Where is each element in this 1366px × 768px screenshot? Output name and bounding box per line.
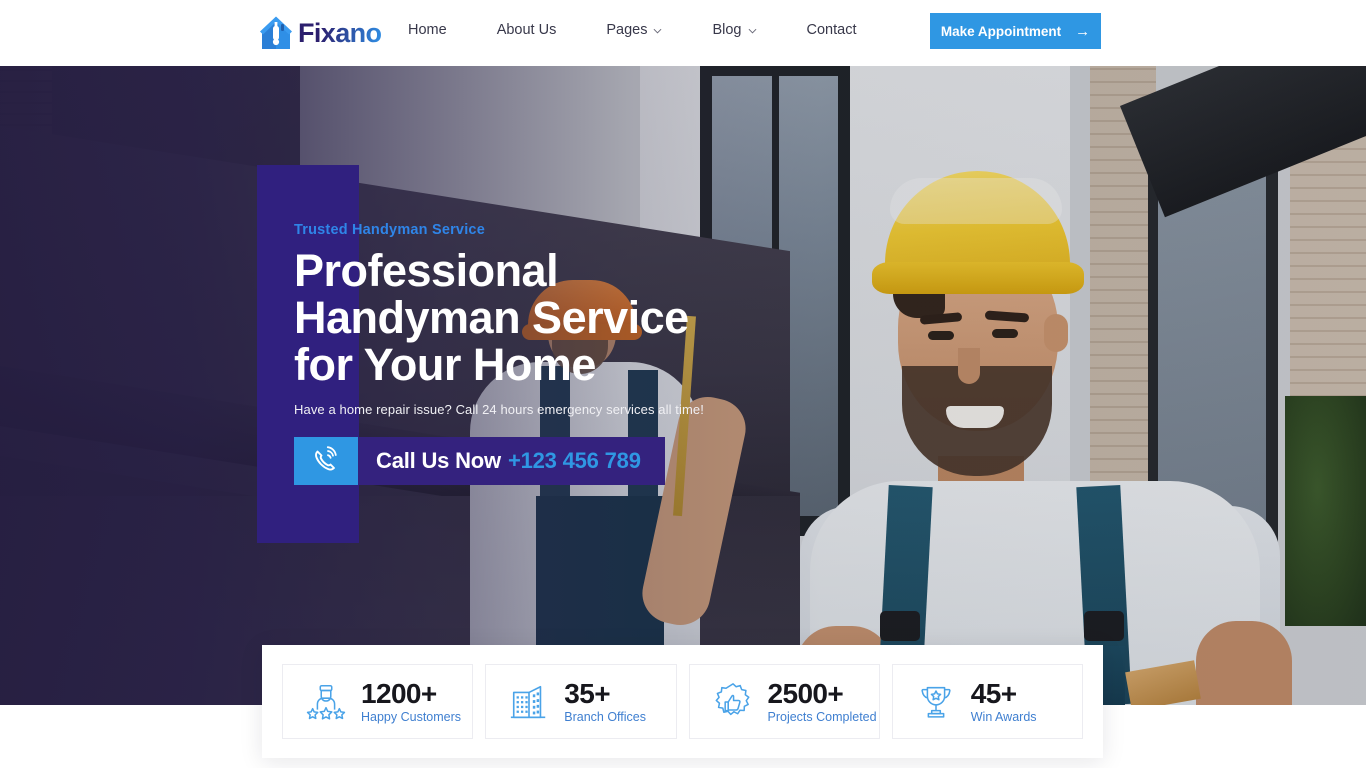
nav-label: Blog — [712, 22, 742, 38]
stat-value: 1200+ — [361, 677, 437, 709]
phone-ring-icon-box — [294, 437, 358, 485]
cta-label: Make Appointment — [940, 23, 1062, 39]
stat-value: 45+ — [970, 677, 1017, 709]
arrow-right-icon: → — [1075, 22, 1091, 40]
main-nav: Home About Us Pages Blog Contact — [408, 22, 880, 38]
nav-label: About Us — [496, 22, 557, 38]
customer-stars-icon — [306, 684, 346, 720]
chevron-down-icon — [654, 28, 662, 34]
nav-label: Contact — [806, 22, 857, 38]
house-tool-icon — [260, 16, 292, 49]
logo-text: Fixano — [298, 17, 382, 48]
nav-item-contact[interactable]: Contact — [807, 22, 881, 38]
stat-label: Projects Completed — [767, 710, 877, 725]
stat-label: Branch Offices — [564, 710, 647, 725]
hero-title-line-3: for Your Home — [294, 339, 596, 390]
stat-value: 35+ — [564, 677, 610, 709]
make-appointment-button[interactable]: Make Appointment → — [930, 13, 1101, 49]
stat-value: 2500+ — [767, 677, 844, 709]
stat-branch-offices: 35+ Branch Offices — [485, 664, 677, 739]
nav-item-home[interactable]: Home — [408, 22, 471, 38]
call-us-now-button[interactable]: Call Us Now +123 456 789 — [294, 437, 665, 485]
thumbs-up-badge-icon — [715, 682, 750, 715]
nav-label: Pages — [606, 22, 648, 38]
site-header: Fixano Home About Us Pages Blog Contact … — [0, 0, 1366, 66]
stats-card: 1200+ Happy Customers 35+ Branch Offices… — [262, 645, 1103, 758]
hero-tagline: Trusted Handyman Service — [294, 222, 485, 238]
trophy-star-icon — [921, 686, 951, 718]
hero-title-line-2: Handyman Service — [294, 292, 689, 343]
call-text-box: Call Us Now +123 456 789 — [358, 437, 665, 485]
stat-label: Happy Customers — [361, 710, 462, 725]
hero-section: Trusted Handyman Service Professional Ha… — [0, 66, 1366, 705]
hero-subtitle: Have a home repair issue? Call 24 hours … — [294, 402, 704, 417]
hero-title-line-1: Professional — [294, 245, 559, 296]
chevron-down-icon — [748, 28, 756, 34]
hero-title: Professional Handyman Service for Your H… — [294, 247, 689, 388]
call-number: +123 456 789 — [507, 448, 641, 473]
nav-label: Home — [408, 22, 447, 38]
stat-label: Win Awards — [970, 710, 1037, 725]
nav-item-blog[interactable]: Blog — [712, 22, 780, 38]
stat-projects-completed: 2500+ Projects Completed — [688, 664, 880, 739]
phone-ring-icon — [315, 446, 337, 471]
stat-happy-customers: 1200+ Happy Customers — [282, 664, 474, 739]
nav-item-pages[interactable]: Pages — [606, 22, 686, 38]
stat-win-awards: 45+ Win Awards — [891, 664, 1083, 739]
nav-item-about-us[interactable]: About Us — [497, 22, 581, 38]
office-building-icon — [511, 685, 546, 718]
logo[interactable]: Fixano — [259, 15, 382, 51]
call-label: Call Us Now — [376, 448, 501, 473]
